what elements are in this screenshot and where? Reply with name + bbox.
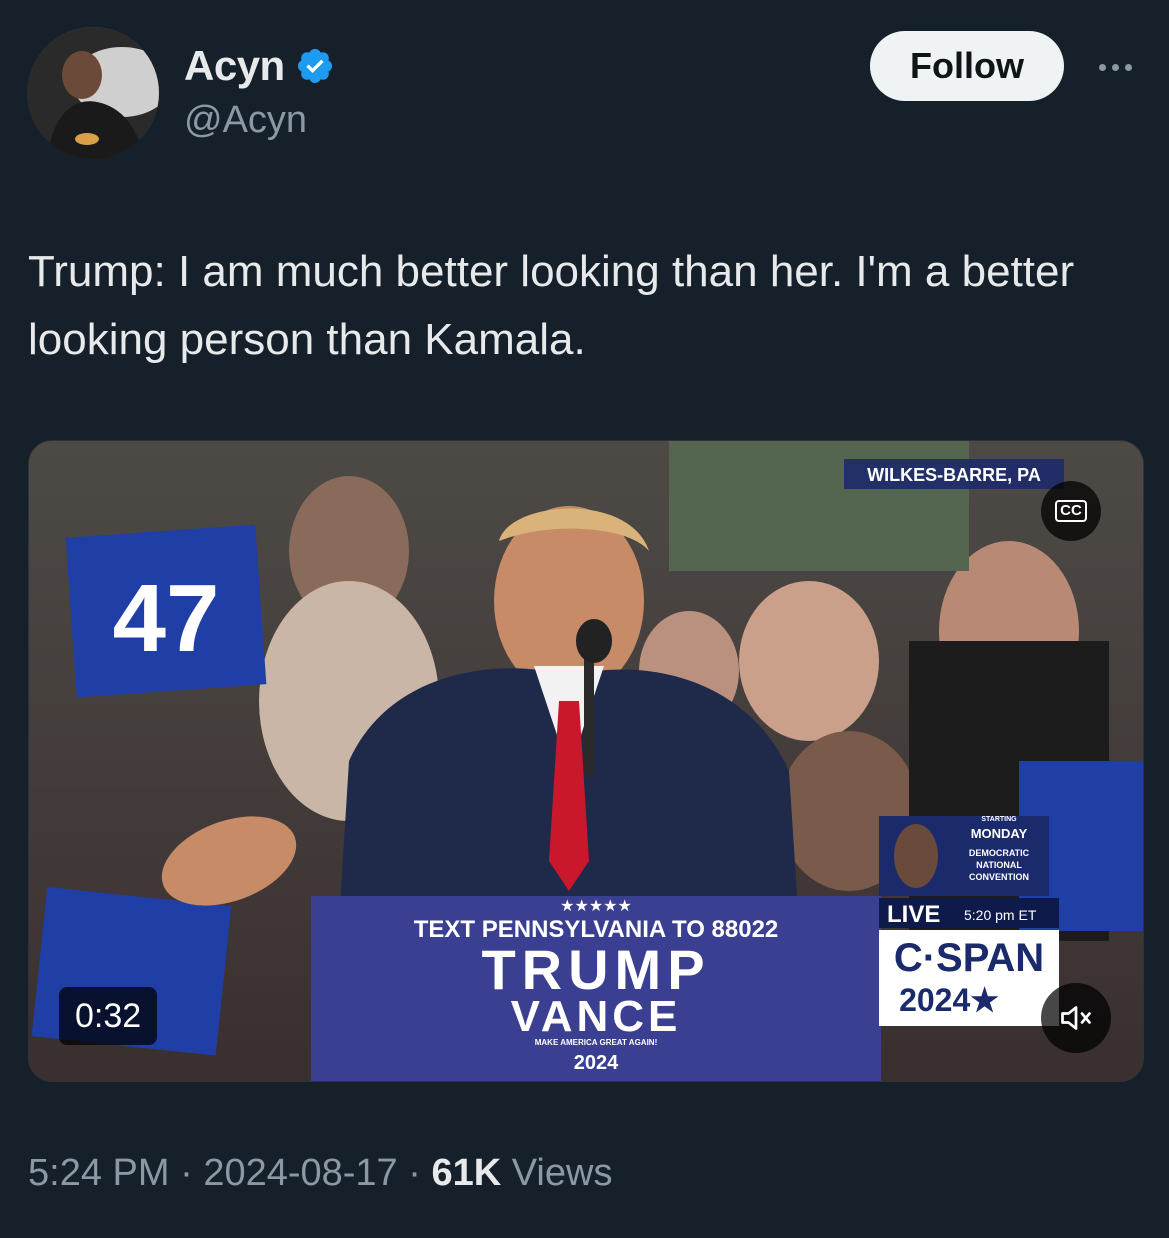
dot [1111, 63, 1119, 71]
tweet-meta: 5:24 PM · 2024-08-17 · 61K Views [28, 1152, 612, 1195]
verified-badge-icon [297, 48, 332, 84]
sign-47: 47 [113, 565, 220, 672]
display-name[interactable]: Acyn [184, 42, 335, 90]
follow-button[interactable]: Follow [870, 31, 1064, 101]
video-player[interactable]: 47 ★★★★★ TEXT PENNSYLVANIA TO 88022 TRUM… [28, 440, 1144, 1082]
network-logo: C·SPAN [894, 936, 1044, 980]
views-count: 61K [431, 1152, 502, 1194]
dot [1098, 63, 1106, 71]
promo-line5: CONVENTION [969, 872, 1029, 882]
avatar[interactable] [27, 27, 159, 159]
tweet-time[interactable]: 5:24 PM [28, 1152, 170, 1194]
podium-subtitle: VANCE [511, 992, 682, 1041]
video-duration: 0:32 [59, 987, 158, 1045]
dot [1124, 63, 1132, 71]
tweet-text: Trump: I am much better looking than her… [28, 247, 1075, 364]
video-frame: 47 ★★★★★ TEXT PENNSYLVANIA TO 88022 TRUM… [29, 441, 1143, 1081]
promo-line4: NATIONAL [976, 860, 1022, 870]
separator: · [180, 1152, 193, 1194]
views-label: Views [511, 1152, 613, 1194]
live-time: 5:20 pm ET [964, 907, 1037, 923]
promo-line1: STARTING [981, 816, 1017, 823]
network-year: 2024★ [899, 982, 999, 1018]
more-options-icon[interactable] [1090, 52, 1140, 82]
podium-stars: ★★★★★ [560, 898, 632, 915]
podium-year: 2024 [574, 1052, 619, 1074]
location-chyron: WILKES-BARRE, PA [867, 465, 1041, 485]
handle[interactable]: @Acyn [184, 99, 307, 142]
mute-button[interactable] [1041, 983, 1111, 1053]
display-name-text[interactable]: Acyn [184, 42, 285, 90]
live-label: LIVE [887, 901, 940, 928]
cc-icon: CC [1055, 500, 1087, 522]
promo-line2: MONDAY [971, 826, 1028, 841]
captions-button[interactable]: CC [1041, 481, 1101, 541]
separator: · [408, 1152, 421, 1194]
podium-slogan: MAKE AMERICA GREAT AGAIN! [535, 1038, 658, 1047]
tweet-date[interactable]: 2024-08-17 [203, 1152, 397, 1194]
volume-muted-icon [1061, 1006, 1091, 1030]
promo-line3: DEMOCRATIC [969, 848, 1030, 858]
